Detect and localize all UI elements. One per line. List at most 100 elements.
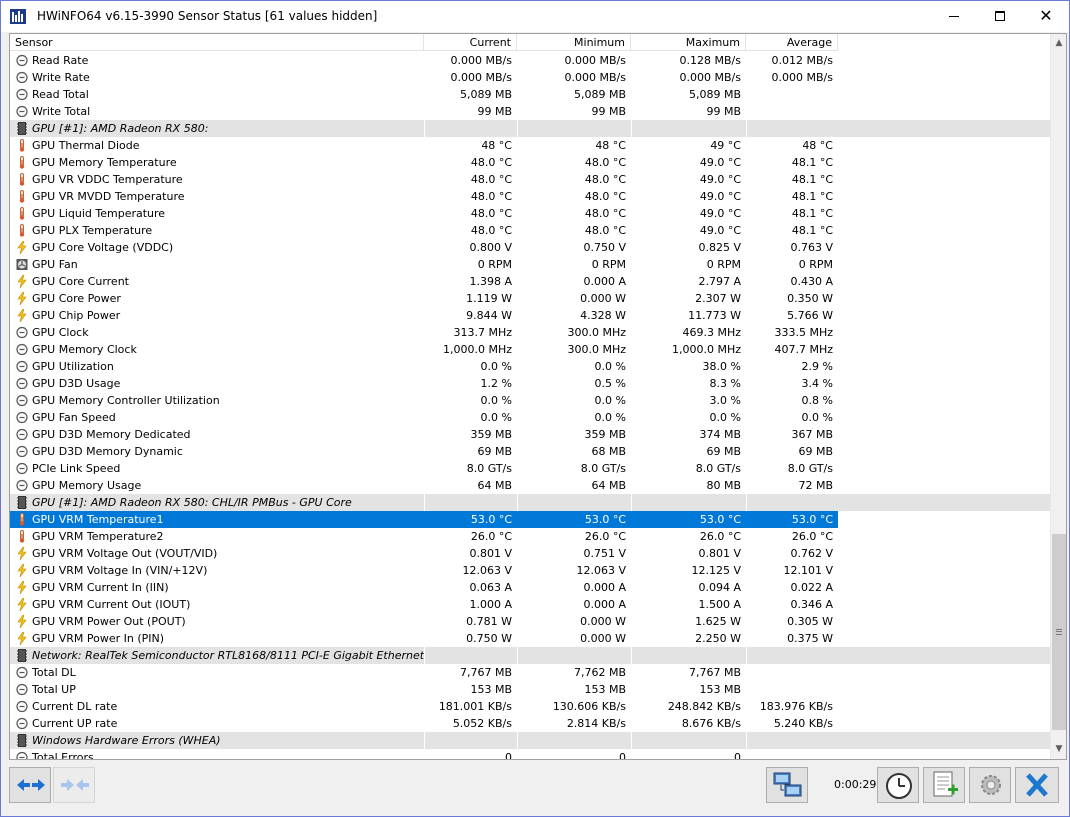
sensor-maximum-value: 153 MB <box>699 683 741 696</box>
table-row[interactable]: GPU Fan 0 RPM 0 RPM 0 RPM 0 RPM <box>10 256 1050 273</box>
table-row[interactable]: GPU Core Current 1.398 A 0.000 A 2.797 A 0.4… <box>10 273 1050 290</box>
logging-button[interactable] <box>923 767 965 803</box>
hwinfo-window: HWiNFO64 v6.15-3990 Sensor Status [61 va… <box>0 0 1070 817</box>
table-row[interactable]: Write Total 99 MB 99 MB 99 MB <box>10 103 1050 120</box>
clock-icon <box>16 428 28 441</box>
table-row[interactable]: GPU VRM Temperature1 53.0 °C 53.0 °C 53.0 °… <box>10 511 1050 528</box>
table-row[interactable]: GPU Memory Temperature 48.0 °C 48.0 °C 49.0… <box>10 154 1050 171</box>
table-row[interactable]: GPU Core Voltage (VDDC) 0.800 V 0.750 V 0.8… <box>10 239 1050 256</box>
table-row[interactable]: GPU Memory Controller Utilization 0.0 % 0.… <box>10 392 1050 409</box>
sensor-maximum-value: 49.0 °C <box>699 224 741 237</box>
group-header-row[interactable]: Windows Hardware Errors (WHEA) <box>10 732 1050 749</box>
sensor-name: GPU Core Current <box>32 275 129 288</box>
table-row[interactable]: Current UP rate 5.052 KB/s 2.814 KB/s 8.676… <box>10 715 1050 732</box>
maximize-button[interactable] <box>977 1 1023 32</box>
title-bar[interactable]: HWiNFO64 v6.15-3990 Sensor Status [61 va… <box>1 1 1069 32</box>
table-row[interactable]: GPU D3D Memory Dynamic 69 MB 68 MB 69 MB 69 … <box>10 443 1050 460</box>
table-row[interactable]: GPU D3D Memory Dedicated 359 MB 359 MB 374 … <box>10 426 1050 443</box>
table-row[interactable]: GPU VRM Power In (PIN) 0.750 W 0.000 W 2.25… <box>10 630 1050 647</box>
sensor-name: GPU VRM Current In (IIN) <box>32 581 169 594</box>
sensor-maximum-value: 99 MB <box>706 105 741 118</box>
sensor-name: GPU VRM Voltage Out (VOUT/VID) <box>32 547 218 560</box>
sensor-current-value: 1.119 W <box>466 292 512 305</box>
sensor-average-value <box>746 732 838 749</box>
group-header-row[interactable]: GPU [#1]: AMD Radeon RX 580: CHL/IR PMBu… <box>10 494 1050 511</box>
table-row[interactable]: GPU Memory Clock 1,000.0 MHz 300.0 MHz 1,00… <box>10 341 1050 358</box>
column-header-sensor[interactable]: Sensor <box>10 34 424 51</box>
close-sensors-button[interactable] <box>1015 767 1059 803</box>
sensor-minimum-value: 5,089 MB <box>573 88 626 101</box>
sensor-average-value: 333.5 MHz <box>774 326 833 339</box>
close-window-button[interactable]: ✕ <box>1023 1 1069 32</box>
sensor-current-value <box>424 494 517 511</box>
table-row[interactable]: GPU Fan Speed 0.0 % 0.0 % 0.0 % 0.0 % <box>10 409 1050 426</box>
table-row[interactable]: GPU Chip Power 9.844 W 4.328 W 11.773 W 5.76… <box>10 307 1050 324</box>
sensor-minimum-value: 48.0 °C <box>584 224 626 237</box>
table-row[interactable]: GPU Utilization 0.0 % 0.0 % 38.0 % 2.9 % <box>10 358 1050 375</box>
settings-button[interactable] <box>969 767 1011 803</box>
column-header-maximum[interactable]: Maximum <box>631 34 746 51</box>
table-row[interactable]: GPU VRM Voltage Out (VOUT/VID) 0.801 V 0.7… <box>10 545 1050 562</box>
scroll-up-arrow-icon[interactable]: ▲ <box>1051 36 1066 50</box>
table-row[interactable]: GPU VRM Temperature2 26.0 °C 26.0 °C 26.0 °… <box>10 528 1050 545</box>
table-row[interactable]: GPU D3D Usage 1.2 % 0.5 % 8.3 % 3.4 % <box>10 375 1050 392</box>
sensor-name: GPU Thermal Diode <box>32 139 140 152</box>
table-row[interactable]: GPU Core Power 1.119 W 0.000 W 2.307 W 0.350… <box>10 290 1050 307</box>
sensor-maximum-value: 2.250 W <box>695 632 741 645</box>
sensor-average-value: 0.375 W <box>787 632 833 645</box>
column-header-average[interactable]: Average <box>746 34 838 51</box>
sensor-maximum-value <box>631 732 746 749</box>
minimize-button[interactable] <box>931 1 977 32</box>
table-row[interactable]: Read Rate 0.000 MB/s 0.000 MB/s 0.128 MB/s 0… <box>10 52 1050 69</box>
table-row[interactable]: GPU VRM Power Out (POUT) 0.781 W 0.000 W 1.… <box>10 613 1050 630</box>
column-header-minimum[interactable]: Minimum <box>517 34 631 51</box>
table-row[interactable]: GPU Memory Usage 64 MB 64 MB 80 MB 72 MB <box>10 477 1050 494</box>
group-header-row[interactable]: GPU [#1]: AMD Radeon RX 580: <box>10 120 1050 137</box>
sensor-name: GPU VRM Power In (PIN) <box>32 632 165 645</box>
table-row[interactable]: GPU Liquid Temperature 48.0 °C 48.0 °C 49.0… <box>10 205 1050 222</box>
table-row[interactable]: Current DL rate 181.001 KB/s 130.606 KB/s 2… <box>10 698 1050 715</box>
reset-timer-button[interactable] <box>877 767 919 803</box>
lightning-icon <box>16 291 28 306</box>
scroll-down-arrow-icon[interactable]: ▼ <box>1051 742 1066 756</box>
table-row[interactable]: Total Errors 0 0 0 <box>10 749 1050 759</box>
sensor-minimum-value: 68 MB <box>591 445 626 458</box>
table-row[interactable]: GPU VRM Voltage In (VIN/+12V) 12.063 V 12.… <box>10 562 1050 579</box>
table-row[interactable]: Write Rate 0.000 MB/s 0.000 MB/s 0.000 MB/s… <box>10 69 1050 86</box>
sensor-name: GPU Core Power <box>32 292 121 305</box>
sensor-table[interactable]: Sensor Current Minimum Maximum Average R… <box>9 33 1067 760</box>
sensor-minimum-value: 26.0 °C <box>584 530 626 543</box>
vertical-scrollbar[interactable]: ▲ ▼ <box>1050 34 1066 759</box>
table-row[interactable]: Read Total 5,089 MB 5,089 MB 5,089 MB <box>10 86 1050 103</box>
table-row[interactable]: GPU Thermal Diode 48 °C 48 °C 49 °C 48 °C <box>10 137 1050 154</box>
table-row[interactable]: GPU VR VDDC Temperature 48.0 °C 48.0 °C 49.… <box>10 171 1050 188</box>
table-row[interactable]: PCIe Link Speed 8.0 GT/s 8.0 GT/s 8.0 GT/s 8… <box>10 460 1050 477</box>
thermometer-icon <box>16 513 28 526</box>
sensor-current-value: 1.398 A <box>469 275 512 288</box>
reset-layout-button[interactable] <box>53 767 95 803</box>
table-row[interactable]: GPU Clock 313.7 MHz 300.0 MHz 469.3 MHz 333.… <box>10 324 1050 341</box>
table-row[interactable]: GPU VRM Current Out (IOUT) 1.000 A 0.000 A… <box>10 596 1050 613</box>
sensor-minimum-value: 48.0 °C <box>584 207 626 220</box>
sensor-average-value: 48.1 °C <box>791 207 833 220</box>
column-header-current[interactable]: Current <box>424 34 517 51</box>
sensor-maximum-value: 2.797 A <box>698 275 741 288</box>
clock-icon <box>16 360 28 373</box>
collapse-expand-button[interactable] <box>9 767 51 803</box>
sensor-name: GPU Memory Usage <box>32 479 142 492</box>
table-row[interactable]: GPU PLX Temperature 48.0 °C 48.0 °C 49.0 °C… <box>10 222 1050 239</box>
table-row[interactable]: Total DL 7,767 MB 7,762 MB 7,767 MB <box>10 664 1050 681</box>
scrollbar-thumb[interactable] <box>1052 534 1066 730</box>
network-button[interactable] <box>766 767 808 803</box>
maximize-icon <box>995 11 1005 21</box>
thermometer-icon <box>16 530 28 543</box>
group-header-row[interactable]: Network: RealTek Semiconductor RTL8168/8… <box>10 647 1050 664</box>
table-row[interactable]: GPU VRM Current In (IIN) 0.063 A 0.000 A 0.… <box>10 579 1050 596</box>
sensor-average-value: 48.1 °C <box>791 156 833 169</box>
table-row[interactable]: GPU VR MVDD Temperature 48.0 °C 48.0 °C 49.… <box>10 188 1050 205</box>
sensor-name: GPU VRM Voltage In (VIN/+12V) <box>32 564 208 577</box>
table-row[interactable]: Total UP 153 MB 153 MB 153 MB <box>10 681 1050 698</box>
sensor-name: GPU Fan Speed <box>32 411 116 424</box>
sensor-minimum-value: 0.0 % <box>594 394 626 407</box>
sensor-minimum-value <box>517 120 631 137</box>
